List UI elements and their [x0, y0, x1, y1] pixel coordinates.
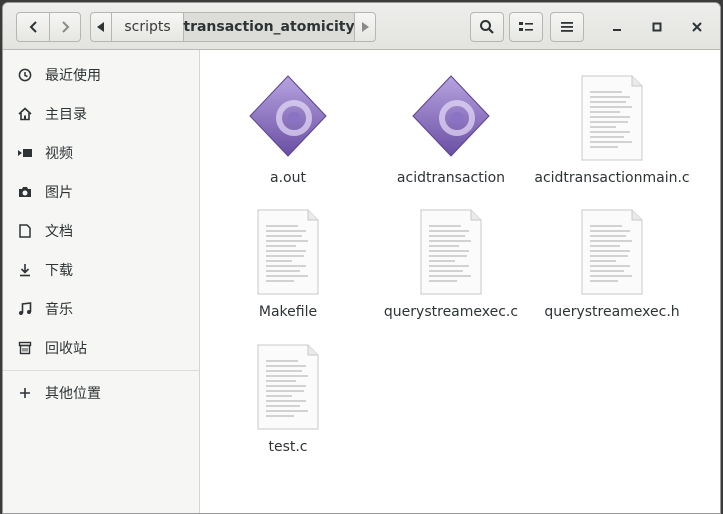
sidebar-item-label: 最近使用 [45, 68, 101, 84]
minimize-button[interactable] [606, 16, 628, 38]
sidebar-item-label: 主目录 [45, 107, 87, 123]
header-bar: scripts transaction_atomicity [3, 3, 720, 50]
path-scroll-left-button[interactable] [90, 12, 112, 42]
path-scroll-right-button[interactable] [354, 12, 376, 42]
file-grid: a.out acidtransaction acidtransactionmai… [200, 50, 720, 513]
sidebar-item-music[interactable]: 音乐 [3, 292, 199, 326]
hamburger-menu-icon [561, 22, 573, 32]
forward-button[interactable] [49, 12, 81, 42]
file-item[interactable]: test.c [207, 331, 369, 461]
file-item[interactable]: a.out [207, 62, 369, 192]
executable-icon [412, 75, 490, 157]
file-name: querystreamexec.h [544, 304, 680, 320]
sidebar-item-other-locations[interactable]: 其他位置 [3, 376, 199, 410]
download-icon [17, 262, 33, 278]
clock-icon [17, 67, 33, 83]
document-icon [17, 223, 33, 239]
close-button[interactable] [686, 16, 708, 38]
text-file-icon [257, 209, 319, 295]
sidebar-item-label: 音乐 [45, 302, 73, 318]
search-button[interactable] [470, 12, 504, 42]
close-icon [692, 22, 702, 32]
text-file-icon [581, 209, 643, 295]
file-name: acidtransaction [396, 170, 506, 186]
minimize-icon [613, 29, 621, 31]
back-button[interactable] [16, 12, 51, 42]
file-name: acidtransactionmain.c [534, 170, 690, 186]
text-file-icon [420, 209, 482, 295]
text-file-icon [581, 75, 643, 161]
file-item[interactable]: querystreamexec.c [370, 196, 532, 326]
plus-icon [17, 385, 33, 401]
file-item[interactable]: acidtransaction [370, 62, 532, 192]
sidebar-item-recent[interactable]: 最近使用 [3, 58, 199, 92]
path-bar: scripts transaction_atomicity [90, 12, 376, 42]
executable-icon [249, 75, 327, 157]
file-name: Makefile [258, 304, 318, 320]
sidebar-item-label: 视频 [45, 146, 73, 162]
crumb-scripts[interactable]: scripts [111, 12, 184, 42]
sidebar: 最近使用 主目录 视频 图片 文档 下载 音乐 回收站 其他位置 [3, 50, 200, 513]
maximize-icon [652, 22, 662, 32]
sidebar-item-label: 图片 [45, 185, 73, 201]
file-manager-window: scripts transaction_atomicity 最近使用 主目录 视… [2, 2, 721, 514]
sidebar-item-documents[interactable]: 文档 [3, 214, 199, 248]
music-icon [17, 301, 33, 317]
sidebar-item-label: 其他位置 [45, 386, 101, 402]
maximize-button[interactable] [646, 16, 668, 38]
trash-icon [17, 340, 33, 356]
file-item[interactable]: querystreamexec.h [531, 196, 693, 326]
sidebar-item-label: 回收站 [45, 341, 87, 357]
sidebar-item-pictures[interactable]: 图片 [3, 175, 199, 209]
menu-button[interactable] [550, 12, 584, 42]
sidebar-separator [3, 370, 199, 371]
list-view-icon [519, 22, 533, 31]
view-toggle-button[interactable] [509, 12, 543, 42]
sidebar-item-videos[interactable]: 视频 [3, 136, 199, 170]
crumb-transaction-atomicity[interactable]: transaction_atomicity [183, 12, 355, 42]
sidebar-item-downloads[interactable]: 下载 [3, 253, 199, 287]
home-icon [17, 106, 33, 122]
camera-icon [17, 184, 33, 200]
file-name: a.out [270, 170, 306, 186]
file-item[interactable]: Makefile [207, 196, 369, 326]
sidebar-item-label: 文档 [45, 224, 73, 240]
sidebar-item-home[interactable]: 主目录 [3, 97, 199, 131]
triangle-left-icon [97, 22, 104, 32]
sidebar-item-label: 下载 [45, 263, 73, 279]
text-file-icon [257, 344, 319, 430]
file-name: querystreamexec.c [383, 304, 519, 320]
chevron-left-icon [29, 21, 37, 33]
video-icon [17, 145, 33, 161]
sidebar-item-trash[interactable]: 回收站 [3, 331, 199, 365]
search-icon [480, 20, 494, 34]
chevron-right-icon [62, 21, 70, 33]
triangle-right-icon [362, 22, 369, 32]
file-name: test.c [268, 439, 308, 455]
file-item[interactable]: acidtransactionmain.c [531, 62, 693, 192]
